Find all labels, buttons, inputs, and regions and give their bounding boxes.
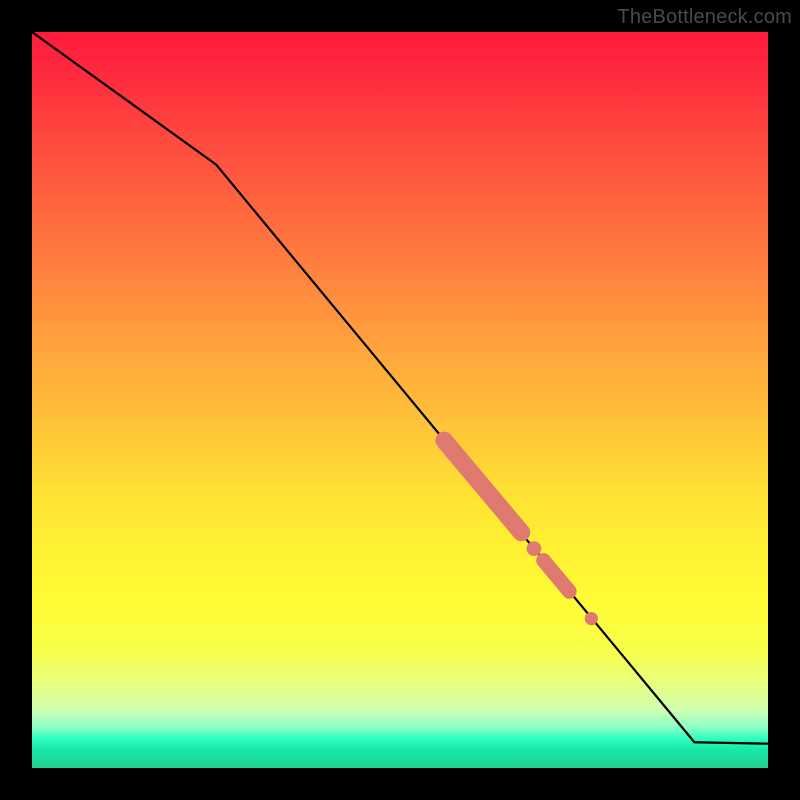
chart-svg (32, 32, 768, 768)
gap-dot-a (527, 541, 542, 556)
watermark-text: TheBottleneck.com (617, 6, 792, 29)
main-curve (32, 32, 768, 744)
gap-dot-b (585, 612, 598, 625)
segment-b (544, 560, 570, 591)
segment-a (444, 440, 521, 532)
chart-frame: TheBottleneck.com (0, 0, 800, 800)
plot-area (32, 32, 768, 768)
line-series (32, 32, 768, 744)
